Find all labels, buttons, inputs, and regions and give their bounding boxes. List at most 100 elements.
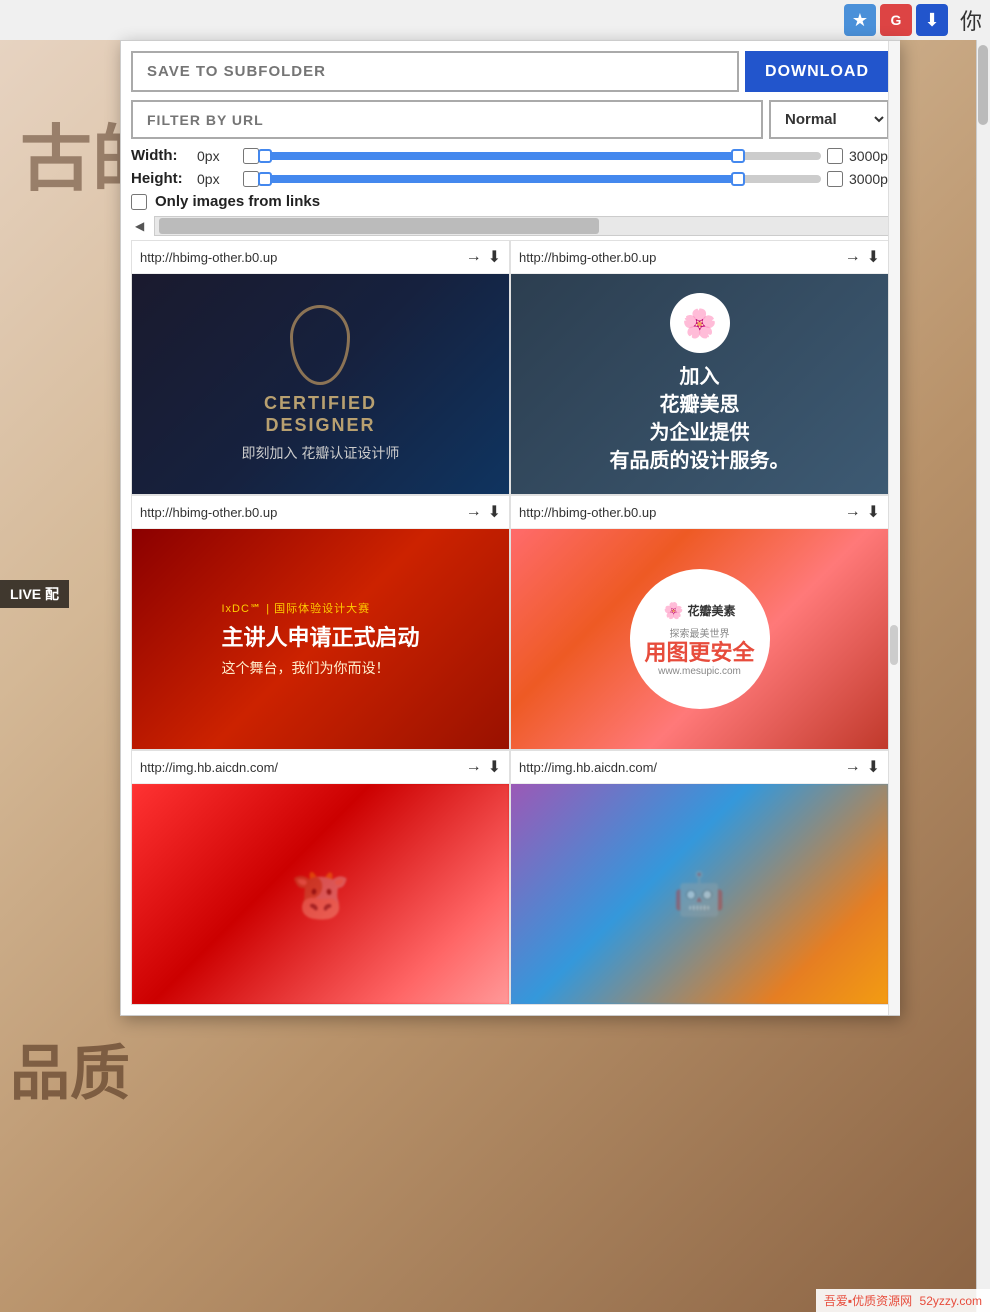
url-download-icon-6[interactable]: ⬇	[867, 757, 880, 777]
scroll-left-arrow[interactable]: ◀	[131, 217, 148, 235]
image-thumb-ixdc: IxDC℠ | 国际体验设计大赛 主讲人申请正式启动 这个舞台，我们为你而设！	[132, 529, 509, 749]
watermark-text: 吾爱▪优质资源网	[824, 1294, 912, 1308]
subfolder-input[interactable]	[131, 51, 739, 92]
image-item-1: http://hbimg-other.b0.up → ⬇ CERTIFIEDDE…	[131, 240, 510, 495]
only-links-label: Only images from links	[155, 193, 320, 210]
ixdc-badge-text: IxDC℠ | 国际体验设计大赛	[221, 600, 419, 616]
url-open-arrow-2[interactable]: →	[845, 248, 861, 266]
image-url-row-6: http://img.hb.aicdn.com/ → ⬇	[511, 751, 888, 784]
image-url-row-2: http://hbimg-other.b0.up → ⬇	[511, 241, 888, 274]
image-url-row-4: http://hbimg-other.b0.up → ⬇	[511, 496, 888, 529]
huaban-slogan-text: 加入花瓣美思为企业提供有品质的设计服务。	[610, 363, 790, 475]
scrollbar-thumb[interactable]	[978, 45, 988, 125]
image-item-5: http://img.hb.aicdn.com/ → ⬇ 🐮	[131, 750, 510, 1005]
bg-ya-text: 你	[960, 4, 982, 36]
bg-live-badge: LIVE 配	[0, 580, 69, 608]
image-url-row-1: http://hbimg-other.b0.up → ⬇	[132, 241, 509, 274]
popup-scrollbar-thumb[interactable]	[890, 625, 898, 665]
cert-cn-text: 即刻加入 花瓣认证设计师	[242, 443, 400, 463]
url-download-icon-5[interactable]: ⬇	[488, 757, 501, 777]
mei-flower-icon: 🌸	[664, 601, 684, 621]
height-slider-track[interactable]	[265, 175, 821, 183]
image-row-1: http://hbimg-other.b0.up → ⬇ CERTIFIEDDE…	[131, 240, 889, 495]
image-url-6: http://img.hb.aicdn.com/	[519, 760, 839, 775]
width-slider-right-thumb[interactable]	[731, 149, 745, 163]
download-extension-icon[interactable]: ⬇	[916, 4, 948, 36]
images-grid: http://hbimg-other.b0.up → ⬇ CERTIFIEDDE…	[131, 240, 889, 1005]
filter-type-select[interactable]: Normal Only new All	[769, 100, 889, 139]
google-translate-icon[interactable]: G	[880, 4, 912, 36]
url-open-arrow-4[interactable]: →	[845, 503, 861, 521]
mei-brand-text: 花瓣美素	[687, 602, 735, 619]
filter-url-input[interactable]	[131, 100, 763, 139]
scroll-track[interactable]	[154, 216, 889, 236]
page-scrollbar[interactable]	[976, 40, 990, 1312]
image-thumb-certified: CERTIFIEDDESIGNER 即刻加入 花瓣认证设计师	[132, 274, 509, 494]
height-max-checkbox[interactable]	[827, 171, 843, 187]
url-open-arrow-1[interactable]: →	[466, 248, 482, 266]
url-download-icon-1[interactable]: ⬇	[488, 247, 501, 267]
width-slider-left-thumb[interactable]	[258, 149, 272, 163]
image-url-3: http://hbimg-other.b0.up	[140, 505, 460, 520]
ixdc-sub-text: 这个舞台，我们为你而设！	[221, 658, 419, 678]
image-url-row-5: http://img.hb.aicdn.com/ → ⬇	[132, 751, 509, 784]
width-slider-track[interactable]	[265, 152, 821, 160]
image-thumb-meisupic: 🌸 花瓣美素 探索最美世界 用图更安全 www.mesupic.com	[511, 529, 888, 749]
huaban-logo-icon: 🌸	[670, 293, 730, 353]
image-url-1: http://hbimg-other.b0.up	[140, 250, 460, 265]
url-download-icon-3[interactable]: ⬇	[488, 502, 501, 522]
watermark: 吾爱▪优质资源网 52yzzy.com	[816, 1289, 990, 1312]
url-open-arrow-3[interactable]: →	[466, 503, 482, 521]
top-row: DOWNLOAD	[131, 51, 889, 92]
image-url-2: http://hbimg-other.b0.up	[519, 250, 839, 265]
image-item-3: http://hbimg-other.b0.up → ⬇ IxDC℠ | 国际体…	[131, 495, 510, 750]
only-links-row: Only images from links	[131, 193, 889, 210]
watermark-site: 52yzzy.com	[920, 1294, 982, 1308]
height-label: Height:	[131, 170, 191, 187]
image-row-3: http://img.hb.aicdn.com/ → ⬇ 🐮 http://im…	[131, 750, 889, 1005]
width-min-value: 0px	[197, 148, 237, 164]
star-icon[interactable]: ★	[844, 4, 876, 36]
scroll-area: ◀	[131, 216, 889, 236]
image-url-5: http://img.hb.aicdn.com/	[140, 760, 460, 775]
image-item-2: http://hbimg-other.b0.up → ⬇ 🌸 加入花瓣美思为企业…	[510, 240, 889, 495]
url-open-arrow-6[interactable]: →	[845, 758, 861, 776]
image-thumb-huaban: 🌸 加入花瓣美思为企业提供有品质的设计服务。	[511, 274, 888, 494]
height-slider-left-thumb[interactable]	[258, 172, 272, 186]
sliders-section: Width: 0px 3000px Height: 0px 3000px	[131, 147, 889, 187]
filter-row: Normal Only new All	[131, 100, 889, 139]
image-item-6: http://img.hb.aicdn.com/ → ⬇ 🤖	[510, 750, 889, 1005]
width-slider-row: Width: 0px 3000px	[131, 147, 889, 164]
height-slider-row: Height: 0px 3000px	[131, 170, 889, 187]
image-url-4: http://hbimg-other.b0.up	[519, 505, 839, 520]
mei-url-text: www.mesupic.com	[658, 666, 741, 677]
image-thumb-bottom-left: 🐮	[132, 784, 509, 1004]
mei-sub-text: 探索最美世界	[670, 625, 730, 640]
image-row-2: http://hbimg-other.b0.up → ⬇ IxDC℠ | 国际体…	[131, 495, 889, 750]
height-slider-right-thumb[interactable]	[731, 172, 745, 186]
extension-popup: DOWNLOAD Normal Only new All Width: 0px …	[120, 40, 900, 1016]
cert-shape-icon	[290, 305, 350, 385]
bg-text-2: 品质	[10, 1025, 130, 1112]
download-button[interactable]: DOWNLOAD	[745, 51, 889, 92]
meisupic-circle: 🌸 花瓣美素 探索最美世界 用图更安全 www.mesupic.com	[630, 569, 770, 709]
ixdc-main-text: 主讲人申请正式启动	[221, 624, 419, 653]
height-min-value: 0px	[197, 171, 237, 187]
width-max-checkbox[interactable]	[827, 148, 843, 164]
scroll-thumb	[159, 218, 599, 234]
image-thumb-bottom-right: 🤖	[511, 784, 888, 1004]
popup-scrollbar[interactable]	[888, 41, 900, 1015]
height-max-value: 3000px	[849, 171, 889, 187]
height-min-checkbox[interactable]	[243, 171, 259, 187]
only-links-checkbox[interactable]	[131, 194, 147, 210]
mei-slogan-text: 用图更安全	[644, 640, 754, 666]
browser-toolbar: ★ G ⬇ 你	[0, 0, 990, 40]
width-label: Width:	[131, 147, 191, 164]
width-min-checkbox[interactable]	[243, 148, 259, 164]
image-item-4: http://hbimg-other.b0.up → ⬇ 🌸 花瓣美素 探索最美…	[510, 495, 889, 750]
image-url-row-3: http://hbimg-other.b0.up → ⬇	[132, 496, 509, 529]
url-download-icon-2[interactable]: ⬇	[867, 247, 880, 267]
url-download-icon-4[interactable]: ⬇	[867, 502, 880, 522]
url-open-arrow-5[interactable]: →	[466, 758, 482, 776]
width-max-value: 3000px	[849, 148, 889, 164]
